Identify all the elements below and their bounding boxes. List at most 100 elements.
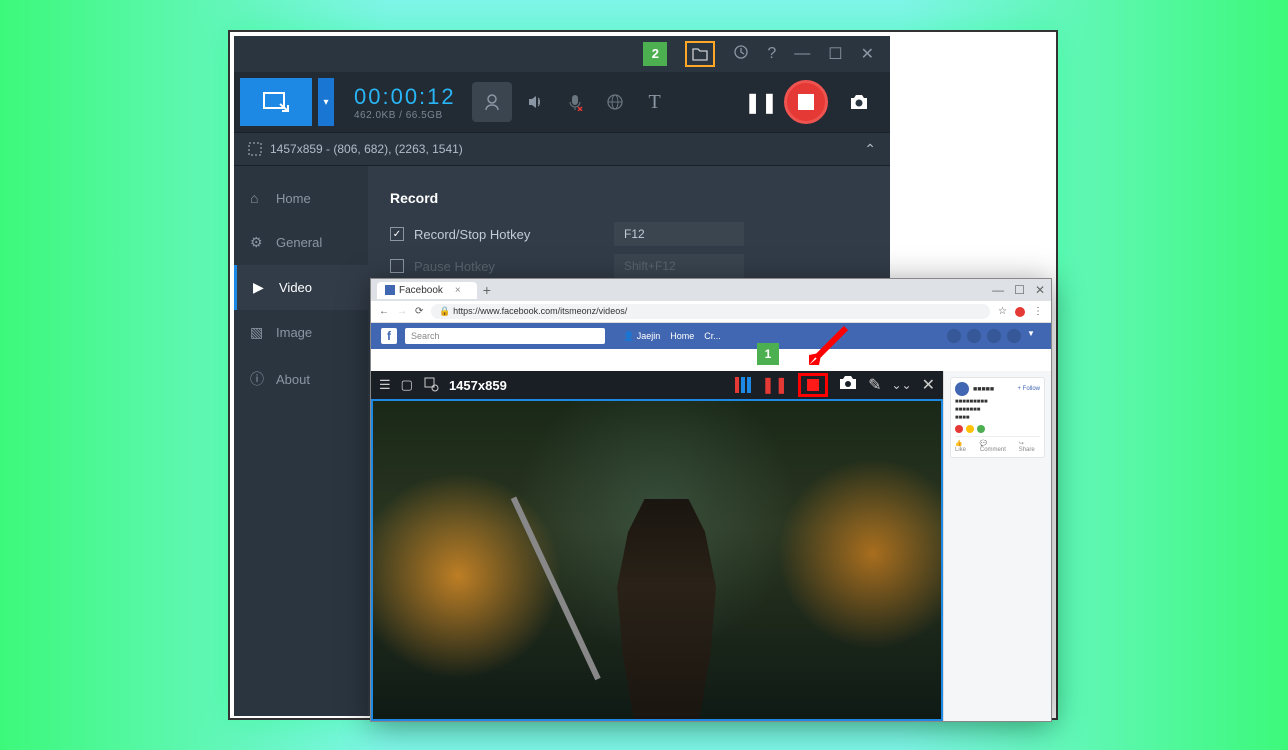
help-icon[interactable]: ? [767, 45, 776, 63]
screenshot-button[interactable] [842, 85, 876, 119]
back-button[interactable]: ← [379, 306, 389, 317]
sidebar-item-video[interactable]: ▶ Video [234, 265, 368, 310]
region-info-bar[interactable]: 1457x859 - (806, 682), (2263, 1541) ⌃ [234, 132, 890, 166]
setting-pause-hotkey: Pause Hotkey Shift+F12 [390, 254, 868, 278]
fb-help-icon[interactable] [1007, 329, 1021, 343]
browser-tab[interactable]: Facebook × [377, 282, 477, 299]
pause-button[interactable]: ❚❚ [744, 85, 778, 119]
menu-icon[interactable]: ⋮ [1033, 306, 1043, 317]
forward-button[interactable]: → [397, 306, 407, 317]
capture-overlay-bar: ☰ ▢ 1457x859 ❚❚ ✎ ⌄⌄ ✕ [371, 371, 943, 399]
browser-window: Facebook × + — ☐ ✕ ← → ⟳ 🔒 https://www.f… [370, 278, 1052, 722]
sidebar-item-general[interactable]: ⚙ General [234, 220, 368, 265]
gear-icon: ⚙ [250, 234, 266, 251]
hotkey-value[interactable]: Shift+F12 [614, 254, 744, 278]
globe-icon[interactable] [598, 85, 632, 119]
audio-level-bars [735, 377, 751, 393]
capture-resolution: 1457x859 [449, 378, 507, 393]
menu-icon[interactable]: ☰ [379, 377, 391, 393]
fb-home-link[interactable]: Home [670, 331, 694, 342]
video-icon: ▶ [253, 279, 269, 296]
window-close[interactable]: ✕ [1035, 283, 1045, 297]
facebook-search[interactable]: Search [405, 328, 605, 344]
browser-tabbar: Facebook × + — ☐ ✕ [371, 279, 1051, 301]
star-icon[interactable]: ☆ [998, 306, 1007, 317]
fb-friends-icon[interactable] [947, 329, 961, 343]
sidebar-label: Home [276, 191, 311, 206]
share-button[interactable]: ↪ Share [1019, 440, 1040, 453]
fb-post-card[interactable]: ■■■■■ + Follow ■■■■■■■■■■■■■■■■■■■■ 👍 Li… [950, 377, 1045, 458]
url-text: https://www.facebook.com/itsmeonz/videos… [453, 306, 627, 316]
speaker-icon[interactable] [518, 85, 552, 119]
info-icon: ⓘ [250, 369, 266, 389]
sidebar-item-home[interactable]: ⌂ Home [234, 176, 368, 220]
chevron-up-icon: ⌃ [864, 141, 876, 158]
fb-profile-link[interactable]: 👤 Jaejin [623, 331, 660, 342]
facebook-logo[interactable]: f [381, 328, 397, 344]
extension-icon[interactable] [1015, 307, 1025, 317]
search-icon[interactable] [423, 376, 439, 395]
window-minimize[interactable]: — [992, 283, 1004, 297]
hotkey-value[interactable]: F12 [614, 222, 744, 246]
callout-arrow [801, 323, 851, 373]
tutorial-frame: 2 ? — ☐ ✕ ▾ 00:00:12 462.0KB / 66.5GB [228, 30, 1058, 720]
settings-heading: Record [390, 190, 868, 206]
reload-button[interactable]: ⟳ [415, 306, 423, 317]
open-folder-button[interactable] [685, 41, 715, 67]
text-tool-icon[interactable]: T [638, 85, 672, 119]
maximize-button[interactable]: ☐ [828, 44, 842, 64]
region-icon[interactable]: ▢ [401, 377, 413, 393]
setting-record-hotkey: ✓ Record/Stop Hotkey F12 [390, 222, 868, 246]
sidebar-label: Video [279, 280, 312, 295]
fb-notifications-icon[interactable] [987, 329, 1001, 343]
tab-title: Facebook [399, 285, 443, 296]
camera-icon[interactable] [838, 375, 858, 396]
sidebar-label: About [276, 372, 310, 387]
game-character [612, 499, 722, 719]
tab-close-icon[interactable]: × [455, 285, 461, 296]
fb-create-link[interactable]: Cr... [704, 331, 721, 342]
facebook-header: f Search 👤 Jaejin Home Cr... ▼ [371, 323, 1051, 349]
minimize-button[interactable]: — [794, 45, 810, 63]
post-avatar [955, 382, 969, 396]
stop-capture-button[interactable] [798, 373, 828, 397]
webcam-toggle[interactable] [472, 82, 512, 122]
home-icon: ⌂ [250, 190, 266, 206]
sidebar-item-about[interactable]: ⓘ About [234, 355, 368, 403]
recorder-toolbar: ▾ 00:00:12 462.0KB / 66.5GB T ❚❚ [234, 72, 890, 132]
video-preview [371, 399, 943, 721]
timer-display: 00:00:12 462.0KB / 66.5GB [354, 84, 456, 121]
settings-sidebar: ⌂ Home ⚙ General ▶ Video ▧ Image ⓘ Abo [234, 166, 368, 716]
pencil-icon[interactable]: ✎ [868, 375, 881, 395]
new-tab-button[interactable]: + [483, 282, 491, 298]
post-text: ■■■■■■■■■■■■■■■■■■■■ [955, 399, 1040, 422]
history-icon[interactable] [733, 44, 749, 65]
sidebar-label: Image [276, 325, 312, 340]
follow-link[interactable]: + Follow [1017, 386, 1040, 392]
post-author: ■■■■■ [973, 386, 994, 393]
close-button[interactable]: ✕ [861, 44, 874, 64]
facebook-right-sidebar: ■■■■■ + Follow ■■■■■■■■■■■■■■■■■■■■ 👍 Li… [943, 371, 1051, 721]
checkbox-unchecked[interactable] [390, 259, 404, 273]
comment-button[interactable]: 💬 Comment [980, 440, 1013, 453]
region-dropdown[interactable]: ▾ [318, 78, 334, 126]
image-icon: ▧ [250, 324, 266, 341]
close-overlay-icon[interactable]: ✕ [922, 375, 935, 395]
post-reactions [955, 425, 1040, 433]
chevron-down-icon[interactable]: ⌄⌄ [891, 378, 911, 392]
address-bar: ← → ⟳ 🔒 https://www.facebook.com/itsmeon… [371, 301, 1051, 323]
setting-label: Pause Hotkey [414, 259, 614, 274]
pause-icon[interactable]: ❚❚ [761, 375, 788, 395]
recorder-titlebar: 2 ? — ☐ ✕ [234, 36, 890, 72]
mic-muted-icon[interactable] [558, 85, 592, 119]
sidebar-item-image[interactable]: ▧ Image [234, 310, 368, 355]
window-maximize[interactable]: ☐ [1014, 283, 1025, 297]
like-button[interactable]: 👍 Like [955, 440, 974, 453]
fb-messages-icon[interactable] [967, 329, 981, 343]
url-input[interactable]: 🔒 https://www.facebook.com/itsmeonz/vide… [431, 304, 990, 319]
stop-record-button[interactable] [784, 80, 828, 124]
fb-dropdown-icon[interactable]: ▼ [1027, 329, 1041, 343]
checkbox-checked[interactable]: ✓ [390, 227, 404, 241]
elapsed-time: 00:00:12 [354, 84, 456, 110]
region-select-button[interactable] [240, 78, 312, 126]
